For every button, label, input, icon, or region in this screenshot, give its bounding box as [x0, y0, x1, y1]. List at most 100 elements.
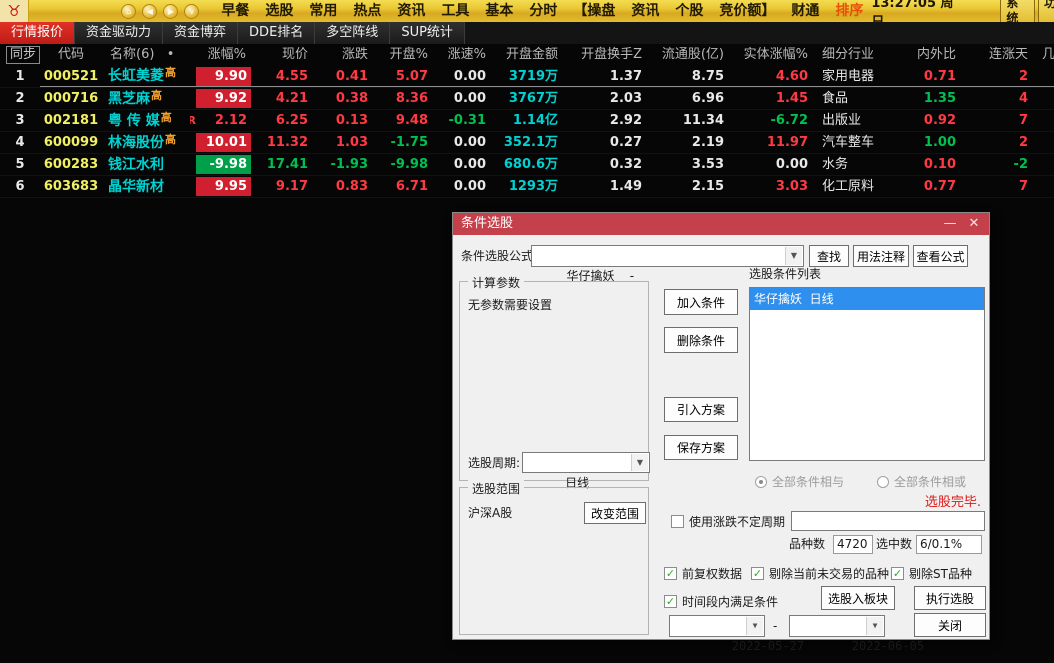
chevron-down-icon[interactable]: ▼	[631, 454, 648, 471]
stock-row-603683[interactable]: 6603683晶华新材9.959.170.836.710.001293万1.49…	[0, 176, 1054, 198]
tab-多空阵线[interactable]: 多空阵线	[315, 22, 390, 44]
column-header-2[interactable]: 名称(6) •	[102, 44, 190, 66]
menu-item-个股[interactable]: 个股	[667, 0, 711, 22]
cell-change: 0.13	[314, 110, 374, 131]
usage-note-button[interactable]: 用法注释	[853, 245, 909, 267]
stock-row-000521[interactable]: 1000521长虹美菱高9.904.550.415.070.003719万1.3…	[0, 66, 1054, 88]
forward-icon[interactable]: ▶	[163, 4, 178, 19]
cell-speed-pct: 0.00	[434, 66, 492, 87]
column-header-13[interactable]: 内外比	[900, 44, 962, 66]
column-header-9[interactable]: 开盘换手Z	[564, 44, 648, 66]
cell-up-days: 7	[962, 176, 1034, 197]
cell-trailing	[1034, 132, 1054, 153]
menu-item-选股[interactable]: 选股	[257, 0, 301, 22]
home-icon[interactable]: ⌂	[121, 4, 136, 19]
menu-item-基本[interactable]: 基本	[477, 0, 521, 22]
back-icon[interactable]: ◀	[142, 4, 157, 19]
cell-in-out-ratio: 0.71	[900, 66, 962, 87]
column-header-8[interactable]: 开盘金额	[492, 44, 564, 66]
radio-icon	[877, 476, 889, 488]
date-to-combobox[interactable]: 2022-06-05 ▼	[789, 615, 885, 637]
import-plan-button[interactable]: 引入方案	[664, 397, 738, 422]
cell-up-days: 4	[962, 88, 1034, 109]
date-from-combobox[interactable]: 2022-05-27 ▼	[669, 615, 765, 637]
delete-condition-button[interactable]: 删除条件	[664, 327, 738, 353]
column-header-1[interactable]: 代码	[40, 44, 102, 66]
cell-open-turnover: 2.03	[564, 88, 648, 109]
condition-stock-picker-dialog: 条件选股 — ✕ 条件选股公式 华仔擒妖 - ▼ 查找 用法注释 查看公式 计算…	[452, 212, 990, 640]
column-header-11[interactable]: 实体涨幅%	[730, 44, 814, 66]
cell-body-change-pct: 0.00	[730, 154, 814, 175]
change-range-button[interactable]: 改变范围	[584, 502, 646, 524]
remove-untraded-checkbox[interactable]: ✓ 剔除当前未交易的品种	[751, 565, 889, 582]
menu-item-排序[interactable]: 排序	[827, 0, 871, 22]
execute-pick-button[interactable]: 执行选股	[914, 586, 986, 610]
cell-open-pct: 5.07	[374, 66, 434, 87]
remove-untraded-label: 剔除当前未交易的品种	[769, 565, 889, 582]
period-combobox[interactable]: 日线 ▼	[522, 452, 650, 473]
minimize-icon[interactable]: —	[939, 213, 961, 235]
menu-item-【操盘[interactable]: 【操盘	[565, 0, 623, 22]
tab-SUP统计[interactable]: SUP统计	[390, 22, 465, 44]
view-formula-button[interactable]: 查看公式	[913, 245, 968, 267]
collapse-icon[interactable]: ∨	[184, 4, 199, 19]
menu-item-热点[interactable]: 热点	[345, 0, 389, 22]
tab-行情报价[interactable]: 行情报价	[0, 22, 75, 44]
column-header-0[interactable]: 同步	[0, 44, 40, 66]
column-header-3[interactable]: 涨幅%	[190, 44, 252, 66]
close-button[interactable]: 关闭	[914, 613, 986, 637]
chevron-down-icon[interactable]: ▼	[866, 617, 883, 635]
cell-industry: 汽车整车	[814, 132, 900, 153]
menu-item-财通[interactable]: 财通	[783, 0, 827, 22]
stock-row-600099[interactable]: 4600099林海股份高10.0111.321.03-1.750.00352.1…	[0, 132, 1054, 154]
cell-float-shares: 11.34	[648, 110, 730, 131]
variable-period-input[interactable]	[791, 511, 985, 531]
column-header-4[interactable]: 现价	[252, 44, 314, 66]
pick-into-block-button[interactable]: 选股入板块	[821, 586, 895, 610]
condition-list-item[interactable]: 华仔擒妖 日线	[750, 288, 984, 310]
stock-row-600283[interactable]: 5600283钱江水利-9.9817.41-1.93-9.980.00680.6…	[0, 154, 1054, 176]
dialog-title: 条件选股	[461, 216, 513, 231]
tab-资金博弈[interactable]: 资金博弈	[163, 22, 238, 44]
column-header-7[interactable]: 涨速%	[434, 44, 492, 66]
menu-item-早餐[interactable]: 早餐	[213, 0, 257, 22]
menu-item-分时[interactable]: 分时	[521, 0, 565, 22]
time-range-checkbox[interactable]: ✓ 时间段内满足条件	[664, 593, 778, 610]
condition-list-label: 选股条件列表	[749, 263, 821, 285]
menu-item-竞价额】[interactable]: 竞价额】	[711, 0, 783, 22]
forward-adjusted-checkbox[interactable]: ✓ 前复权数据	[664, 565, 742, 582]
remove-st-checkbox[interactable]: ✓ 剔除ST品种	[891, 565, 972, 582]
dialog-title-bar[interactable]: 条件选股 — ✕	[453, 213, 989, 235]
close-icon[interactable]: ✕	[963, 213, 985, 235]
column-header-6[interactable]: 开盘%	[374, 44, 434, 66]
chevron-down-icon[interactable]: ▼	[746, 617, 763, 635]
column-header-15[interactable]: 几	[1034, 44, 1054, 66]
bull-logo-icon[interactable]: ♉	[0, 0, 29, 22]
menu-item-资讯[interactable]: 资讯	[389, 0, 433, 22]
tab-资金驱动力[interactable]: 资金驱动力	[75, 22, 163, 44]
cell-body-change-pct: 4.60	[730, 66, 814, 87]
tab-DDE排名[interactable]: DDE排名	[238, 22, 315, 44]
stock-row-002181[interactable]: 3002181粤 传 媒高R2.126.250.139.48-0.311.14亿…	[0, 110, 1054, 132]
add-condition-button[interactable]: 加入条件	[664, 289, 738, 315]
radio-all-or: 全部条件相或	[877, 473, 966, 490]
condition-listbox[interactable]: 华仔擒妖 日线	[749, 287, 985, 461]
change-percent-cell: 9.92	[190, 88, 252, 109]
variable-period-checkbox[interactable]: ✓ 使用涨跌不定周期	[671, 513, 785, 530]
menu-item-常用[interactable]: 常用	[301, 0, 345, 22]
menu-item-资讯[interactable]: 资讯	[623, 0, 667, 22]
table-header-row: 同步代码名称(6) •涨幅%现价涨跌开盘%涨速%开盘金额开盘换手Z流通股(亿)实…	[0, 44, 1054, 66]
variable-period-label: 使用涨跌不定周期	[689, 513, 785, 530]
column-header-10[interactable]: 流通股(亿)	[648, 44, 730, 66]
column-header-12[interactable]: 细分行业	[814, 44, 900, 66]
column-header-5[interactable]: 涨跌	[314, 44, 374, 66]
save-plan-button[interactable]: 保存方案	[664, 435, 738, 460]
selected-count-label: 选中数	[876, 533, 912, 555]
menu-item-工具[interactable]: 工具	[433, 0, 477, 22]
cell-change: 1.03	[314, 132, 374, 153]
stock-row-000716[interactable]: 2000716黑芝麻高9.924.210.388.360.003767万2.03…	[0, 88, 1054, 110]
column-header-14[interactable]: 连涨天	[962, 44, 1034, 66]
sync-toggle[interactable]: 同步	[6, 46, 40, 64]
change-percent-cell: 9.90	[190, 66, 252, 87]
cell-change: 0.83	[314, 176, 374, 197]
